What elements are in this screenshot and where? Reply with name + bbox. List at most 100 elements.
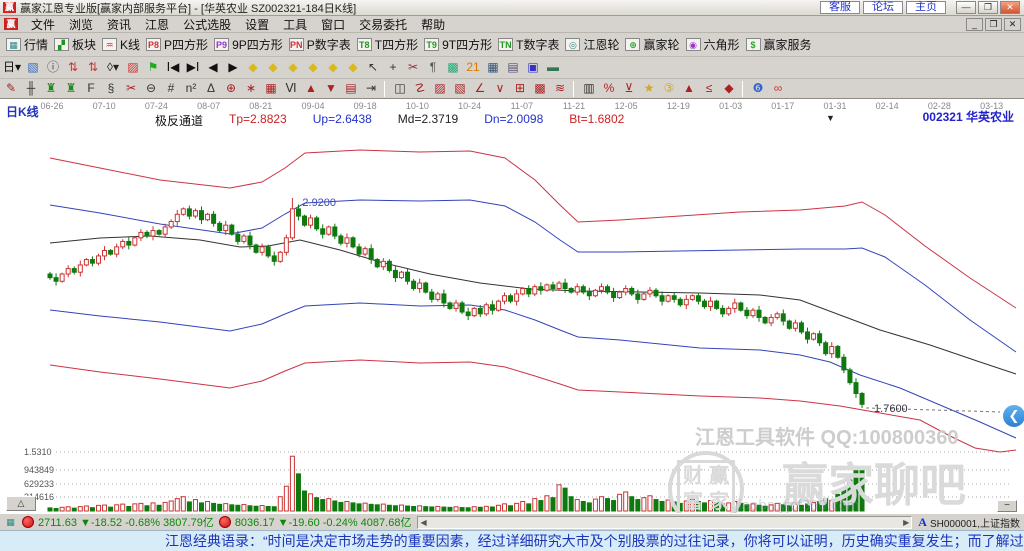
scroll-left-icon[interactable]: ◀: [420, 518, 426, 527]
homepage-button[interactable]: 主页: [906, 1, 946, 14]
nav-tool-icon[interactable]: ◆: [284, 59, 302, 76]
draw-tool-icon[interactable]: ▲: [302, 80, 320, 97]
shenzhen-index-icon[interactable]: [219, 516, 231, 528]
draw-tool-icon[interactable]: ∨: [491, 80, 509, 97]
menu-item[interactable]: 设置: [238, 15, 276, 34]
tab-daily-kline[interactable]: 日K线: [6, 103, 39, 120]
toolbar-button-赢家服务[interactable]: $赢家服务: [746, 36, 812, 53]
toolbar-button-T数字表[interactable]: TNT数字表: [498, 36, 559, 53]
kline-chart[interactable]: 1.53109438496292333146162.92001.7600: [0, 99, 1024, 513]
volume-expand-button[interactable]: △: [6, 496, 36, 511]
draw-tool-icon[interactable]: §: [102, 80, 120, 97]
draw-tool-icon[interactable]: F: [82, 80, 100, 97]
toolbar-button-P数字表[interactable]: PNP数字表: [289, 36, 351, 53]
nav-tool-icon[interactable]: ◆: [304, 59, 322, 76]
menu-item[interactable]: 文件: [24, 15, 62, 34]
draw-tool-icon[interactable]: ✎: [2, 80, 20, 97]
nav-tool-icon[interactable]: ⇅: [84, 59, 102, 76]
draw-tool-icon[interactable]: ★: [640, 80, 658, 97]
draw-tool-icon[interactable]: ✂: [122, 80, 140, 97]
mdi-minimize-button[interactable]: _: [966, 18, 983, 31]
horizontal-scrollbar[interactable]: ◀ ▶: [417, 516, 912, 529]
toolbar-button-行情[interactable]: ▦行情: [6, 36, 48, 53]
draw-tool-icon[interactable]: ♜: [62, 80, 80, 97]
service-button[interactable]: 客服: [820, 1, 860, 14]
draw-tool-icon[interactable]: ▤: [342, 80, 360, 97]
menu-item[interactable]: 浏览: [62, 15, 100, 34]
toolbar-button-9T四方形[interactable]: T99T四方形: [424, 36, 492, 53]
quote-grid-icon[interactable]: ▦: [4, 517, 17, 528]
nav-tool-icon[interactable]: 日▾: [2, 59, 22, 76]
draw-tool-icon[interactable]: ▧: [451, 80, 469, 97]
draw-tool-icon[interactable]: ③: [660, 80, 678, 97]
draw-tool-icon[interactable]: ⊕: [222, 80, 240, 97]
nav-tool-icon[interactable]: ⇅: [64, 59, 82, 76]
nav-tool-icon[interactable]: ▩: [444, 59, 462, 76]
draw-tool-icon[interactable]: ▦: [262, 80, 280, 97]
minimize-button[interactable]: —: [956, 1, 976, 14]
draw-tool-icon[interactable]: Ⅵ: [282, 80, 300, 97]
zoom-out-button[interactable]: −: [997, 500, 1017, 512]
toolbar-button-江恩轮[interactable]: ◎江恩轮: [565, 36, 619, 53]
menu-item[interactable]: 帮助: [414, 15, 452, 34]
draw-tool-icon[interactable]: n²: [182, 80, 200, 97]
draw-tool-icon[interactable]: ∗: [242, 80, 260, 97]
toolbar-button-板块[interactable]: ▞板块: [54, 36, 96, 53]
index-selector[interactable]: A SH000001,上证指数: [918, 515, 1020, 530]
nav-tool-icon[interactable]: ◆: [264, 59, 282, 76]
toolbar-button-P四方形[interactable]: P8P四方形: [146, 36, 208, 53]
nav-tool-icon[interactable]: ▶Ⅰ: [184, 59, 202, 76]
nav-tool-icon[interactable]: ◊▾: [104, 59, 122, 76]
draw-tool-icon[interactable]: ☡: [411, 80, 429, 97]
nav-tool-icon[interactable]: ◆: [324, 59, 342, 76]
draw-tool-icon[interactable]: ◆: [720, 80, 738, 97]
toolbar-button-六角形[interactable]: ◉六角形: [686, 36, 740, 53]
toolbar-button-T四方形[interactable]: T8T四方形: [357, 36, 418, 53]
back-circle-button[interactable]: ❮: [1003, 405, 1024, 427]
nav-tool-icon[interactable]: ▶: [224, 59, 242, 76]
nav-tool-icon[interactable]: ▨: [124, 59, 142, 76]
draw-tool-icon[interactable]: ∠: [471, 80, 489, 97]
draw-tool-icon[interactable]: ╫: [22, 80, 40, 97]
mdi-close-button[interactable]: ✕: [1004, 18, 1021, 31]
draw-tool-icon[interactable]: ❻: [749, 80, 767, 97]
nav-tool-icon[interactable]: Ⅰ◀: [164, 59, 182, 76]
draw-tool-icon[interactable]: ⊞: [511, 80, 529, 97]
nav-tool-icon[interactable]: ▧: [24, 59, 42, 76]
nav-tool-icon[interactable]: ✂: [404, 59, 422, 76]
draw-tool-icon[interactable]: %: [600, 80, 618, 97]
draw-tool-icon[interactable]: ⇥: [362, 80, 380, 97]
nav-tool-icon[interactable]: ◀: [204, 59, 222, 76]
scroll-right-icon[interactable]: ▶: [903, 518, 909, 527]
draw-tool-icon[interactable]: ∞: [769, 80, 787, 97]
nav-tool-icon[interactable]: ⓘ: [44, 59, 62, 76]
draw-tool-icon[interactable]: ♜: [42, 80, 60, 97]
toolbar-button-K线[interactable]: ♒K线: [102, 36, 140, 53]
close-button[interactable]: ✕: [1000, 1, 1020, 14]
draw-tool-icon[interactable]: ▼: [322, 80, 340, 97]
nav-tool-icon[interactable]: ▣: [524, 59, 542, 76]
nav-tool-icon[interactable]: ▦: [484, 59, 502, 76]
draw-tool-icon[interactable]: ▲: [680, 80, 698, 97]
menu-item[interactable]: 窗口: [314, 15, 352, 34]
draw-tool-icon[interactable]: ▩: [531, 80, 549, 97]
menu-item[interactable]: 工具: [276, 15, 314, 34]
maximize-button[interactable]: ❐: [978, 1, 998, 14]
nav-tool-icon[interactable]: ▬: [544, 59, 562, 76]
menu-item[interactable]: 资讯: [100, 15, 138, 34]
draw-tool-icon[interactable]: ⊖: [142, 80, 160, 97]
nav-tool-icon[interactable]: ↖: [364, 59, 382, 76]
draw-tool-icon[interactable]: #: [162, 80, 180, 97]
toolbar-button-9P四方形[interactable]: P99P四方形: [214, 36, 283, 53]
menu-item[interactable]: 江恩: [138, 15, 176, 34]
nav-tool-icon[interactable]: ◆: [244, 59, 262, 76]
menu-item[interactable]: 交易委托: [352, 15, 414, 34]
shanghai-index-icon[interactable]: [22, 516, 34, 528]
nav-tool-icon[interactable]: ◆: [344, 59, 362, 76]
nav-tool-icon[interactable]: ▤: [504, 59, 522, 76]
toolbar-button-赢家轮[interactable]: ⊕赢家轮: [625, 36, 679, 53]
nav-tool-icon[interactable]: 21: [464, 59, 482, 76]
nav-tool-icon[interactable]: ⚑: [144, 59, 162, 76]
draw-tool-icon[interactable]: ▨: [431, 80, 449, 97]
draw-tool-icon[interactable]: ≋: [551, 80, 569, 97]
